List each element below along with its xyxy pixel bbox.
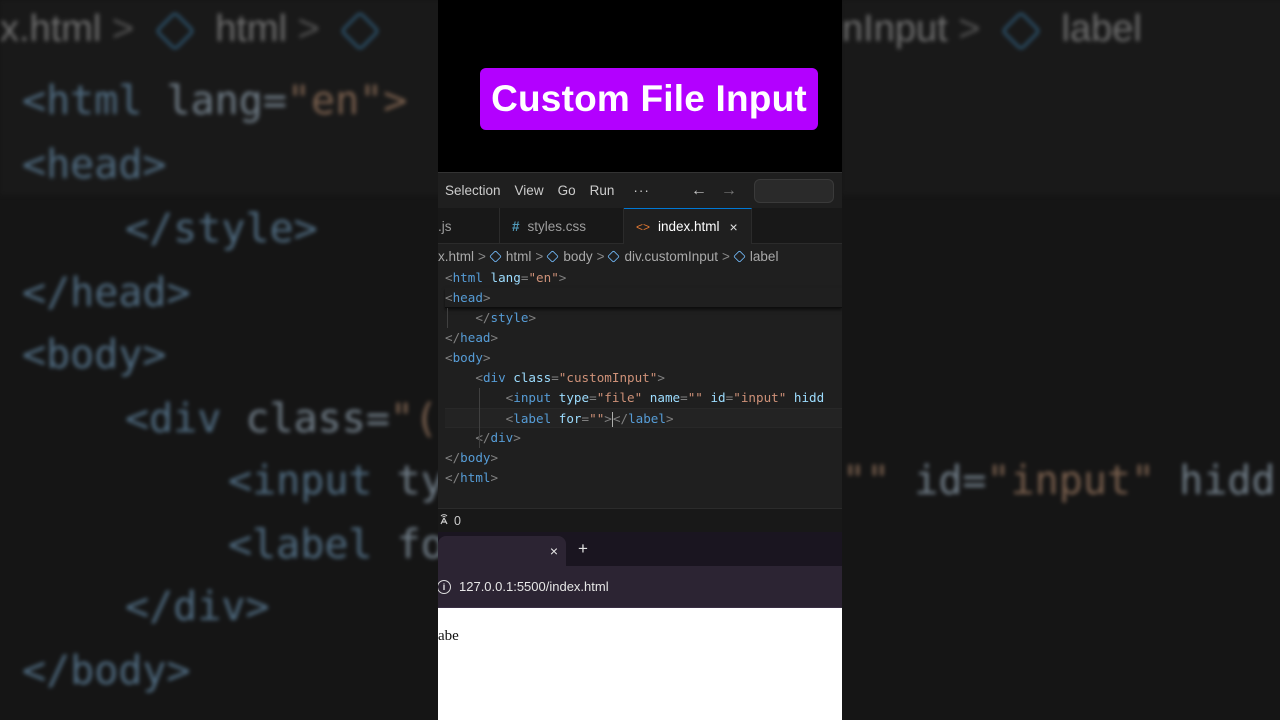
close-icon[interactable]: × [730, 219, 738, 235]
code-editor[interactable]: <html lang="en"> <head> </style> </head>… [438, 268, 842, 488]
code-line-current: <label for=""></label> [445, 408, 842, 428]
html-file-icon: <> [636, 219, 651, 234]
bg-breadcrumb: x.html > html > [0, 8, 438, 66]
vscode-window: Selection View Go Run ··· ← → .js # styl… [438, 172, 842, 532]
forward-arrow-icon[interactable]: → [714, 182, 744, 200]
code-line: </body> [445, 450, 499, 465]
menu-go[interactable]: Go [551, 183, 583, 198]
breadcrumb-file[interactable]: x.html [438, 249, 474, 264]
browser-tabstrip: × + [438, 532, 842, 566]
page-content: abe [438, 608, 842, 645]
tab-label: .js [438, 218, 452, 234]
url-text[interactable]: 127.0.0.1:5500/index.html [459, 579, 609, 594]
browser-window: × + i 127.0.0.1:5500/index.html abe [438, 532, 842, 720]
browser-tab[interactable]: × [438, 536, 566, 566]
code-line: </div> [475, 430, 521, 445]
breadcrumb-body[interactable]: body [563, 249, 592, 264]
editor-tabs: .js # styles.css <> index.html × [438, 208, 842, 244]
more-menu-icon[interactable]: ··· [621, 183, 662, 198]
address-bar[interactable]: i 127.0.0.1:5500/index.html [438, 566, 842, 608]
code-line: <html lang="en"> [445, 270, 567, 285]
css-file-icon: # [512, 218, 520, 234]
tab-js[interactable]: .js [438, 208, 500, 244]
menu-selection[interactable]: Selection [438, 183, 508, 198]
menu-view[interactable]: View [508, 183, 551, 198]
title-badge: Custom File Input [480, 68, 818, 130]
bg-cube-icon [154, 11, 195, 51]
code-line: </style> [475, 310, 537, 325]
element-cube-icon [489, 249, 502, 263]
breadcrumb-label[interactable]: label [750, 249, 779, 264]
code-line: <input type="file" name="" id="input" hi… [505, 390, 825, 405]
bg-breadcrumb-right: nInput > label [842, 8, 1142, 51]
tab-index-html[interactable]: <> index.html × [624, 208, 752, 244]
bg-cube-icon [340, 11, 381, 51]
antenna-icon[interactable] [438, 513, 450, 528]
label-text[interactable]: abe [438, 628, 459, 644]
command-center-search[interactable] [753, 178, 834, 203]
background-left: x.html > html > <html lang="en"> <head> … [0, 0, 438, 720]
element-cube-icon [546, 249, 560, 263]
code-line: <div class="customInput"> [475, 370, 665, 385]
background-right: nInput > label "" id="input" hidd [842, 0, 1280, 720]
tab-styles-css[interactable]: # styles.css [500, 208, 624, 244]
tab-label: index.html [658, 219, 720, 234]
breadcrumb-div[interactable]: div.customInput [624, 249, 718, 264]
info-icon[interactable]: i [438, 579, 451, 594]
close-tab-icon[interactable]: × [550, 543, 558, 559]
tab-label: styles.css [527, 218, 587, 234]
code-line: </head> [445, 330, 499, 345]
element-cube-icon [607, 249, 621, 263]
menubar: Selection View Go Run ··· ← → [438, 172, 842, 208]
element-cube-icon [733, 249, 746, 263]
ports-count[interactable]: 0 [454, 514, 461, 528]
status-bar: 0 [438, 508, 842, 532]
back-arrow-icon[interactable]: ← [684, 182, 714, 200]
bg-cube-icon [1001, 11, 1041, 51]
code-line: <body> [445, 350, 491, 365]
breadcrumb: x.html > html > body > div.customInput >… [438, 244, 842, 268]
code-line: <head> [445, 288, 842, 308]
new-tab-icon[interactable]: + [578, 539, 588, 559]
code-line: </html> [445, 470, 499, 485]
menu-run[interactable]: Run [583, 183, 622, 198]
breadcrumb-html[interactable]: html [506, 249, 532, 264]
video-center: Custom File Input Selection View Go Run … [438, 0, 842, 720]
